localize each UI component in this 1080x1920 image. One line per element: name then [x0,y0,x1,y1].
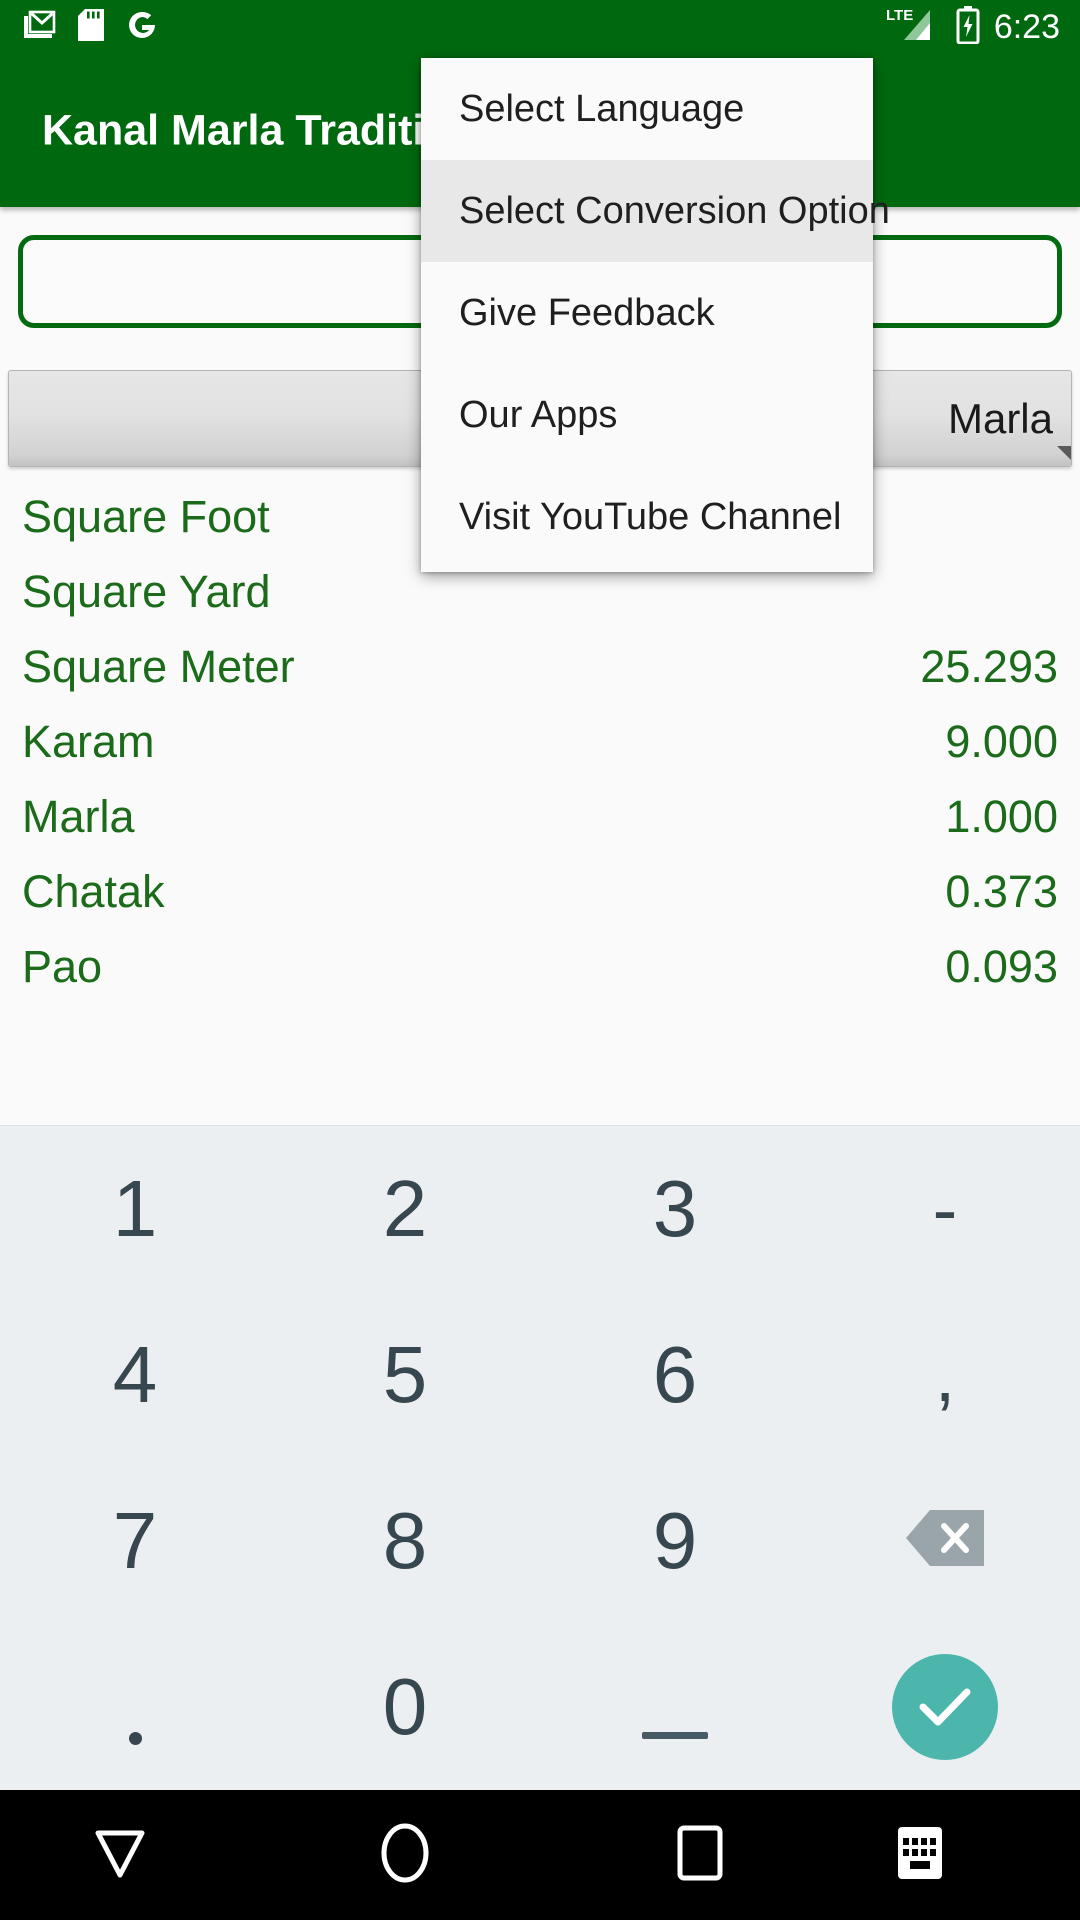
keyboard-row: 7 8 9 [0,1458,1080,1624]
signal-bars-icon: LTE [886,6,942,49]
spinner-caret-icon [1057,446,1071,460]
key-comma[interactable]: , [810,1292,1080,1458]
check-icon [892,1654,998,1760]
key-7[interactable]: 7 [0,1458,270,1624]
key-9[interactable]: 9 [540,1458,810,1624]
key-0[interactable]: 0 [270,1624,540,1790]
recents-square-icon [676,1824,724,1887]
key-4[interactable]: 4 [0,1292,270,1458]
nav-back-button[interactable] [0,1825,240,1886]
nav-home-button[interactable] [285,1822,525,1889]
conversion-unit-label: Square Foot [22,490,270,542]
keyboard-row: 1 2 3 - [0,1126,1080,1292]
menu-item-select-conversion-option[interactable]: Select Conversion Option [421,160,890,262]
key-underscore[interactable] [540,1624,810,1790]
key-minus[interactable]: - [810,1126,1080,1292]
conversion-unit-label: Square Meter [22,640,295,692]
backspace-icon [904,1495,986,1587]
conversion-unit-value: 0.093 [945,940,1058,992]
overflow-menu: Select Language Select Conversion Option… [421,58,890,572]
period-glyph [128,1731,142,1745]
key-3[interactable]: 3 [540,1126,810,1292]
nav-recents-button[interactable] [580,1824,820,1887]
table-row[interactable]: Pao 0.093 [0,929,1080,1004]
conversion-unit-value: 0.373 [945,865,1058,917]
menu-item-visit-youtube-channel[interactable]: Visit YouTube Channel [421,466,873,568]
menu-item-give-feedback[interactable]: Give Feedback [421,262,873,364]
conversion-unit-value: 1.000 [945,790,1058,842]
key-1[interactable]: 1 [0,1126,270,1292]
conversion-unit-label: Pao [22,940,103,992]
menu-item-our-apps[interactable]: Our Apps [421,364,873,466]
status-bar: LTE 6:23 [0,0,1080,55]
key-5[interactable]: 5 [270,1292,540,1458]
google-icon [126,9,158,46]
table-row[interactable]: Marla 1.000 [0,779,1080,854]
home-circle-icon [377,1822,433,1889]
status-bar-clock: 6:23 [993,8,1060,46]
keyboard-switch-icon [895,1824,945,1887]
conversion-unit-label: Square Yard [22,565,271,617]
numeric-keyboard: 1 2 3 - 4 5 6 , 7 8 9 0 [0,1125,1080,1790]
key-8[interactable]: 8 [270,1458,540,1624]
keyboard-row: 4 5 6 , [0,1292,1080,1458]
key-period[interactable] [0,1624,270,1790]
menu-item-label: Select Conversion Option [459,189,890,232]
svg-text:LTE: LTE [886,7,913,24]
conversion-unit-label: Marla [22,790,135,842]
nav-keyboard-switch-button[interactable] [830,1824,1010,1887]
unit-spinner-value: Marla [947,394,1053,442]
sd-card-icon [78,9,104,46]
phone-screen: LTE 6:23 Kanal Marla Traditional Marla S… [0,0,1080,1920]
menu-item-label: Select Language [459,87,745,130]
table-row[interactable]: Chatak 0.373 [0,854,1080,929]
gmail-icon [22,10,56,45]
menu-item-label: Give Feedback [459,291,715,334]
key-2[interactable]: 2 [270,1126,540,1292]
conversion-unit-label: Karam [22,715,155,767]
conversion-unit-value: 9.000 [945,715,1058,767]
underscore-glyph [642,1731,708,1739]
conversion-unit-value: 25.293 [920,640,1058,692]
key-enter[interactable] [810,1624,1080,1790]
menu-item-label: Visit YouTube Channel [459,495,842,538]
menu-item-select-language[interactable]: Select Language [421,58,873,160]
key-6[interactable]: 6 [540,1292,810,1458]
key-backspace[interactable] [810,1458,1080,1624]
table-row[interactable]: Square Meter 25.293 [0,629,1080,704]
status-bar-notification-icons [0,9,158,46]
conversion-unit-label: Chatak [22,865,165,917]
android-nav-bar [0,1790,1080,1920]
back-triangle-icon [90,1825,150,1886]
keyboard-row: 0 [0,1624,1080,1790]
status-bar-system-icons: LTE 6:23 [886,6,1080,49]
battery-charging-icon [956,6,980,49]
table-row[interactable]: Karam 9.000 [0,704,1080,779]
menu-item-label: Our Apps [459,393,618,436]
